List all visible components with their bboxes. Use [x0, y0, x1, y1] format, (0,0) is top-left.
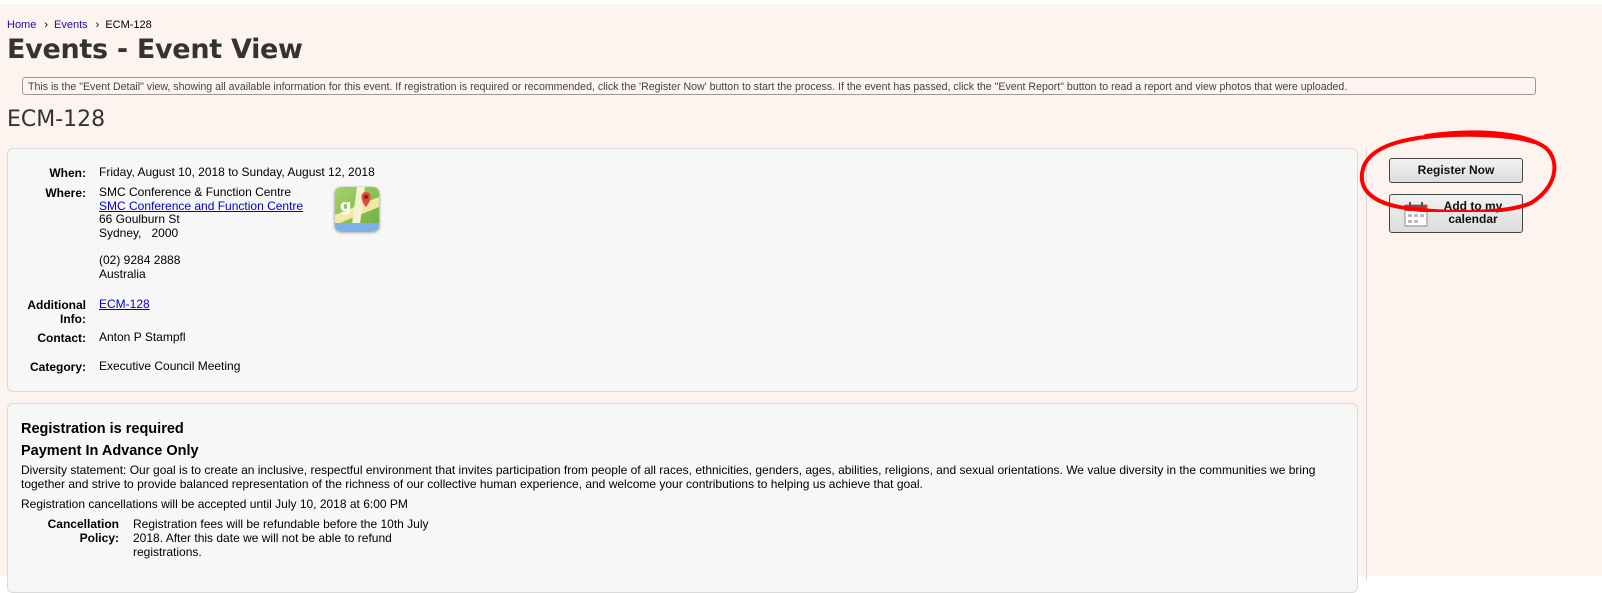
registration-heading: Registration is required	[21, 421, 184, 437]
registration-card: Registration is required Payment In Adva…	[7, 403, 1358, 593]
sidebar-divider	[1366, 148, 1367, 580]
category-label: Category:	[29, 360, 86, 374]
diversity-statement: Diversity statement: Our goal is to crea…	[21, 463, 1316, 491]
page-background: Home › Events › ECM-128 Events - Event View …	[0, 4, 1602, 593]
event-title: ECM-128	[7, 107, 106, 132]
venue-name: SMC Conference & Function Centre	[99, 185, 292, 199]
breadcrumb-events-link[interactable]: Events	[54, 19, 88, 31]
info-banner: This is the "Event Detail" view, showing…	[22, 77, 1536, 95]
when-label: When:	[49, 166, 86, 180]
google-maps-icon[interactable]: g	[335, 187, 379, 231]
venue-link[interactable]: SMC Conference and Function Centre	[99, 199, 303, 213]
category-value: Executive Council Meeting	[99, 359, 241, 373]
cancellation-policy-text: Registration fees will be refundable bef…	[133, 517, 429, 559]
page-title: Events - Event View	[7, 34, 303, 65]
breadcrumb-home-link[interactable]: Home	[7, 19, 36, 31]
when-value: Friday, August 10, 2018 to Sunday, Augus…	[99, 165, 375, 179]
venue-street: 66 Goulburn St	[99, 212, 180, 227]
svg-text:g: g	[340, 196, 351, 215]
breadcrumb-separator: ›	[44, 19, 49, 31]
venue-phone: (02) 9284 2888	[99, 252, 181, 267]
breadcrumb: Home › Events › ECM-128	[7, 19, 152, 31]
additional-info-label: Additional Info:	[27, 298, 86, 326]
calendar-icon	[1404, 201, 1428, 227]
where-label: Where:	[45, 186, 86, 200]
venue-country: Australia	[99, 266, 146, 281]
breadcrumb-separator: ›	[95, 19, 100, 31]
where-value: SMC Conference & Function Centre SMC Con…	[99, 185, 303, 281]
breadcrumb-current: ECM-128	[105, 19, 152, 31]
cancellation-deadline: Registration cancellations will be accep…	[21, 497, 408, 511]
payment-heading: Payment In Advance Only	[21, 443, 199, 459]
register-now-button[interactable]: Register Now	[1389, 158, 1523, 183]
venue-city: Sydney, 2000	[99, 225, 179, 240]
add-to-calendar-label: Add to my calendar	[1443, 199, 1503, 226]
add-to-calendar-button[interactable]: Add to my calendar	[1389, 194, 1523, 233]
event-details-card: When: Friday, August 10, 2018 to Sunday,…	[7, 148, 1358, 392]
contact-value: Anton P Stampfl	[99, 330, 186, 344]
additional-info-link[interactable]: ECM-128	[99, 297, 150, 311]
cancellation-policy-label: Cancellation Policy:	[47, 517, 119, 545]
contact-label: Contact:	[37, 331, 86, 345]
